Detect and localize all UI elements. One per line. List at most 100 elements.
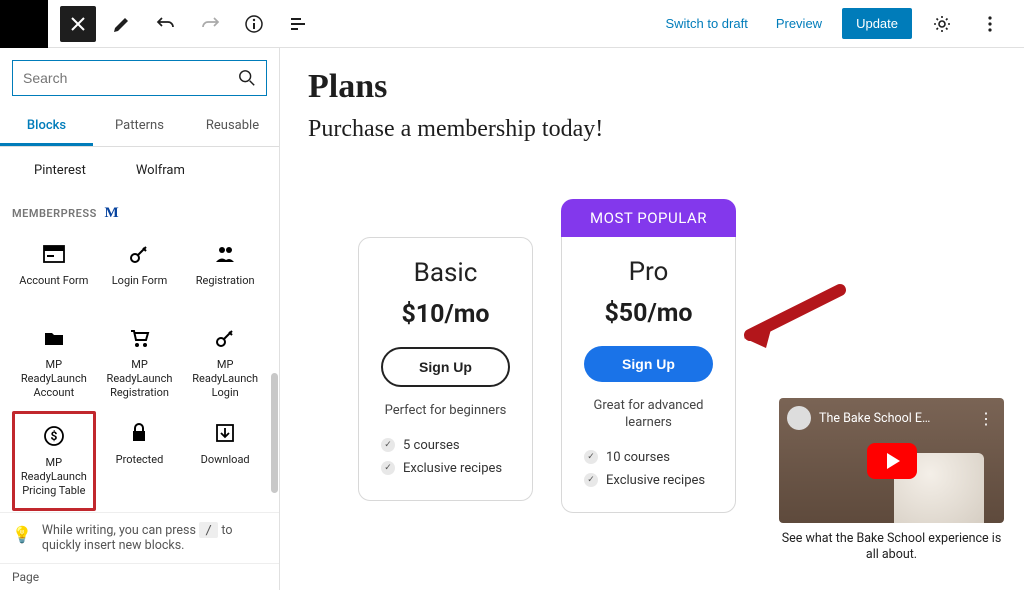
youtube-play-icon[interactable]	[867, 443, 917, 479]
block-mp-rl-account[interactable]: MP ReadyLaunch Account	[12, 316, 96, 409]
undo-button[interactable]	[148, 6, 184, 42]
tab-blocks[interactable]: Blocks	[0, 108, 93, 146]
scrollbar[interactable]	[271, 373, 278, 493]
svg-text:$: $	[50, 429, 57, 443]
footer-breadcrumb[interactable]: Page	[0, 563, 279, 590]
tip-key: /	[199, 522, 218, 538]
search-input[interactable]	[23, 70, 238, 86]
close-inserter-button[interactable]	[60, 6, 96, 42]
block-account-form[interactable]: Account Form	[12, 232, 96, 314]
most-popular-tag: MOST POPULAR	[561, 199, 736, 237]
page-subtitle[interactable]: Purchase a membership today!	[308, 116, 984, 143]
plan-desc: Perfect for beginners	[381, 403, 510, 420]
edit-button[interactable]	[104, 6, 140, 42]
block-label: MP ReadyLaunch Account	[14, 358, 94, 399]
feature-text: Exclusive recipes	[403, 461, 502, 476]
editor-topbar: Switch to draft Preview Update	[0, 0, 1024, 48]
cart-icon	[128, 326, 150, 350]
feature-text: 10 courses	[606, 450, 670, 465]
lock-icon	[129, 421, 149, 445]
download-icon	[214, 421, 236, 445]
feature-item: ✓Exclusive recipes	[381, 457, 510, 480]
video-embed-block[interactable]: The Bake School E… ⋮ See what the Bake S…	[779, 398, 1004, 564]
video-menu-icon[interactable]: ⋮	[978, 409, 996, 428]
embed-block-row: Pinterest Wolfram	[12, 159, 267, 196]
plan-card-basic: Basic $10/mo Sign Up Perfect for beginne…	[358, 237, 533, 501]
video-title-bar: The Bake School E… ⋮	[787, 406, 996, 430]
video-caption: See what the Bake School experience is a…	[779, 531, 1004, 564]
users-icon	[214, 242, 236, 266]
settings-button[interactable]	[924, 6, 960, 42]
block-mp-rl-registration[interactable]: MP ReadyLaunch Registration	[98, 316, 182, 409]
signup-button-pro[interactable]: Sign Up	[584, 346, 713, 382]
key-icon	[214, 326, 236, 350]
plan-desc: Great for advanced learners	[584, 398, 713, 432]
block-registration[interactable]: Registration	[183, 232, 267, 314]
plan-pro-column: MOST POPULAR Pro $50/mo Sign Up Great fo…	[561, 199, 736, 513]
redo-button[interactable]	[192, 6, 228, 42]
tab-patterns[interactable]: Patterns	[93, 108, 186, 146]
check-icon: ✓	[584, 473, 598, 487]
feature-item: ✓ 10 courses	[584, 446, 713, 469]
block-label: MP ReadyLaunch Pricing Table	[17, 456, 91, 497]
check-icon: ✓	[381, 438, 395, 452]
tip-pre: While writing, you can press	[42, 523, 199, 538]
topbar-right: Switch to draft Preview Update	[657, 6, 1016, 42]
block-label: MP ReadyLaunch Registration	[100, 358, 180, 399]
block-mp-rl-login[interactable]: MP ReadyLaunch Login	[183, 316, 267, 409]
tip-text: While writing, you can press / to quickl…	[42, 523, 267, 553]
signup-button-basic[interactable]: Sign Up	[381, 347, 510, 387]
page-title[interactable]: Plans	[308, 68, 984, 106]
video-title: The Bake School E…	[819, 411, 930, 426]
block-inserter-panel: Blocks Patterns Reusable Pinterest Wolfr…	[0, 48, 280, 590]
block-mp-rl-pricing-table[interactable]: $ MP ReadyLaunch Pricing Table	[12, 411, 96, 510]
search-field-wrap[interactable]	[12, 60, 267, 96]
list-view-icon	[288, 14, 308, 34]
info-button[interactable]	[236, 6, 272, 42]
block-login-form[interactable]: Login Form	[98, 232, 182, 314]
inserter-scroll[interactable]: Blocks Patterns Reusable Pinterest Wolfr…	[0, 48, 279, 512]
feature-item: ✓ 5 courses	[381, 434, 510, 457]
block-label: Account Form	[19, 274, 88, 288]
undo-icon	[156, 14, 176, 34]
editor-canvas[interactable]: Plans Purchase a membership today! Basic…	[280, 48, 1024, 590]
check-icon: ✓	[584, 450, 598, 464]
block-label: Download	[201, 453, 250, 467]
plan-price: $10/mo	[381, 300, 510, 329]
dollar-icon: $	[43, 424, 65, 448]
block-wolfram[interactable]: Wolfram	[136, 163, 185, 178]
block-protected[interactable]: Protected	[98, 411, 182, 510]
folder-icon	[43, 326, 65, 350]
info-icon	[244, 14, 264, 34]
block-label: Protected	[116, 453, 164, 467]
search-icon	[238, 69, 256, 87]
channel-avatar-icon	[787, 406, 811, 430]
annotation-arrow-icon	[730, 280, 850, 350]
switch-to-draft-button[interactable]: Switch to draft	[657, 10, 755, 37]
plan-name: Basic	[381, 258, 510, 288]
list-view-button[interactable]	[280, 6, 316, 42]
inserter-tip: 💡 While writing, you can press / to quic…	[0, 512, 279, 563]
plan-basic-column: Basic $10/mo Sign Up Perfect for beginne…	[358, 199, 533, 501]
tab-reusable[interactable]: Reusable	[186, 108, 279, 146]
preview-button[interactable]: Preview	[768, 10, 830, 37]
redo-icon	[200, 14, 220, 34]
feature-item: ✓ Exclusive recipes	[584, 469, 713, 492]
key-icon	[128, 242, 150, 266]
section-label: MEMBERPRESS	[12, 207, 97, 220]
inserter-tabs: Blocks Patterns Reusable	[0, 108, 279, 147]
lightbulb-icon: 💡	[12, 525, 32, 544]
more-options-button[interactable]	[972, 6, 1008, 42]
memberpress-logo-icon: m	[103, 206, 121, 220]
video-thumbnail[interactable]: The Bake School E… ⋮	[779, 398, 1004, 523]
account-form-icon	[43, 242, 65, 266]
update-button[interactable]: Update	[842, 8, 912, 39]
editor-main: Blocks Patterns Reusable Pinterest Wolfr…	[0, 48, 1024, 590]
block-download[interactable]: Download	[183, 411, 267, 510]
feature-text: Exclusive recipes	[606, 473, 705, 488]
block-label: Registration	[196, 274, 255, 288]
plan-price: $50/mo	[584, 299, 713, 328]
feature-text: 5 courses	[403, 438, 460, 453]
wp-logo[interactable]	[0, 0, 48, 48]
block-pinterest[interactable]: Pinterest	[34, 163, 86, 178]
